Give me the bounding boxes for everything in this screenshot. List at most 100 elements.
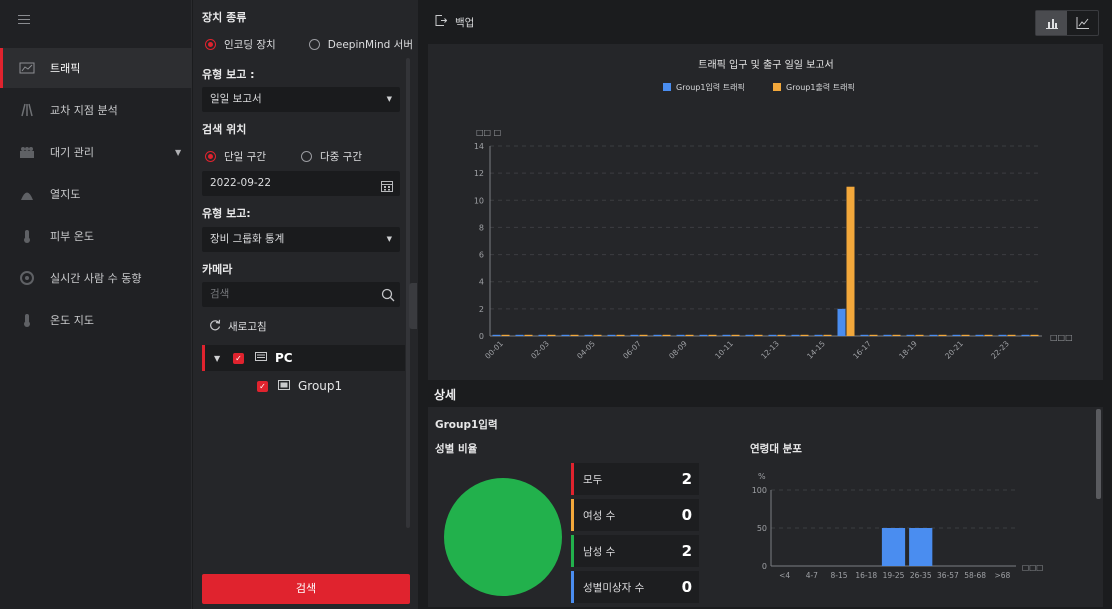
collapse-panel-handle[interactable] <box>409 283 417 329</box>
stat-label: 남성 수 <box>583 545 616 558</box>
bar-00-01-in <box>492 334 501 336</box>
camera-search-input[interactable]: 검색 <box>202 282 400 307</box>
stat-male: 남성 수 2 <box>571 535 699 567</box>
tree-node-label: PC <box>275 351 293 365</box>
bar-13-14-in <box>791 334 800 336</box>
search-button[interactable]: 검색 <box>202 574 410 604</box>
line-chart-view-icon[interactable] <box>1067 11 1098 35</box>
bar-04-05-out <box>593 334 602 336</box>
queue-icon <box>19 145 35 159</box>
refresh-label: 새로고침 <box>228 321 267 333</box>
stat-label: 성별미상자 수 <box>583 581 645 594</box>
x-tick-label: 8-15 <box>831 571 848 580</box>
tree-node-pc[interactable]: ▼ ✓ PC <box>202 345 405 371</box>
camera-label: 카메라 <box>202 263 233 276</box>
bar-22-23-in <box>998 334 1007 336</box>
radio-label: 다중 구간 <box>320 151 362 163</box>
nav-item-heatmap[interactable]: 열지도 <box>0 174 192 214</box>
x-tick-label: 10-11 <box>713 339 735 361</box>
y-tick-label: 6 <box>479 251 484 260</box>
filter-panel: 장치 종류 인코딩 장치 DeepinMind 서버 유형 보고 : 일일 보고… <box>193 0 418 609</box>
x-tick-label: 36-57 <box>937 571 959 580</box>
radio-label: DeepinMind 서버 <box>327 39 413 51</box>
search-location-label: 검색 위치 <box>202 123 247 136</box>
radio-multi-section[interactable]: 다중 구간 <box>301 149 362 164</box>
nav-item-realtime-people-trend[interactable]: 실시간 사람 수 동향 <box>0 258 192 298</box>
backup-label: 백업 <box>455 16 475 29</box>
age-bar-19-25 <box>881 528 906 566</box>
x-tick-label: 08-09 <box>667 339 689 361</box>
menu-toggle-icon[interactable] <box>18 15 30 25</box>
nav-item-queue-management[interactable]: 대기 관리 ▼ <box>0 132 192 172</box>
chevron-down-icon: ▼ <box>386 235 392 243</box>
radio-label: 단일 구간 <box>224 151 266 163</box>
radio-single-section[interactable]: 단일 구간 <box>205 149 266 164</box>
group-input-title: Group1입력 <box>435 419 498 431</box>
bar-08-09-out <box>685 334 694 336</box>
device-type-label: 장치 종류 <box>202 11 247 24</box>
search-icon[interactable] <box>381 287 395 312</box>
x-tick-label: 14-15 <box>805 339 827 361</box>
tree-node-label: Group1 <box>298 379 343 393</box>
stat-label: 모두 <box>583 473 603 486</box>
x-axis-label: □□□ <box>1050 333 1073 342</box>
date-value: 2022-09-22 <box>210 177 272 189</box>
chevron-down-icon[interactable]: ▼ <box>175 148 181 157</box>
y-tick-label: 14 <box>474 142 484 151</box>
nav-item-temperature-map[interactable]: 온도 지도 <box>0 300 192 340</box>
group-stat-select[interactable]: 장비 그룹화 통계 ▼ <box>202 227 400 252</box>
bar-17-18-in <box>883 334 892 336</box>
bar-01-02-out <box>524 334 533 336</box>
tree-node-group1[interactable]: ✓ Group1 <box>202 373 405 399</box>
x-tick-label: 16-17 <box>851 339 873 361</box>
age-bar-chart: % 0 50 100 <4 4-7 8-15 16-18 19-25 26-35 36-57 58-6… <box>752 472 1044 580</box>
caret-down-icon[interactable]: ▼ <box>214 354 228 363</box>
y-tick-label: 100 <box>752 486 767 495</box>
nav-item-label: 실시간 사람 수 동향 <box>50 272 142 285</box>
radio-encoding-device[interactable]: 인코딩 장치 <box>205 37 276 52</box>
bar-08-09-in <box>676 334 685 336</box>
bar-03-04-out <box>570 334 579 336</box>
stat-unknown-gender: 성별미상자 수 0 <box>571 571 699 603</box>
y-tick-label: 0 <box>479 332 484 341</box>
backup-button[interactable]: 백업 <box>434 14 474 30</box>
calendar-icon[interactable] <box>381 177 393 202</box>
date-field[interactable]: 2022-09-22 <box>202 171 400 196</box>
radio-unchecked-icon <box>309 39 320 50</box>
bar-20-21-in <box>952 334 961 336</box>
x-tick-label: 16-18 <box>855 571 877 580</box>
chart-view-toggle <box>1035 10 1099 36</box>
age-distribution-title: 연령대 분포 <box>750 443 802 455</box>
x-tick-label: 02-03 <box>529 339 551 361</box>
gender-pie-chart <box>444 478 562 596</box>
bar-02-03-in <box>538 334 547 336</box>
x-tick-label: 00-01 <box>483 339 505 361</box>
y-axis-label: □□ □ <box>476 128 501 137</box>
bar-19-20-in <box>929 334 938 336</box>
stat-value: 0 <box>681 578 692 596</box>
nav-item-intersection-analysis[interactable]: 교차 지점 분석 <box>0 90 192 130</box>
radio-label: 인코딩 장치 <box>224 39 276 51</box>
bar-22-23-out <box>1007 334 1016 336</box>
nav-item-traffic[interactable]: 트래픽 <box>0 48 192 88</box>
checkbox-group1[interactable]: ✓ <box>257 380 268 392</box>
y-tick-label: 8 <box>479 223 484 232</box>
bar-07-08-in <box>653 334 662 336</box>
x-tick-label: 26-35 <box>910 571 932 580</box>
radio-deepinmind-server[interactable]: DeepinMind 서버 <box>309 37 413 52</box>
report-type-select[interactable]: 일일 보고서 ▼ <box>202 87 400 112</box>
y-tick-label: 0 <box>762 562 767 571</box>
nav-item-skin-temperature[interactable]: 피부 온도 <box>0 216 192 256</box>
main-content: 백업 트래픽 입구 및 출구 일일 보고서 Group1입력 트래픽 Group1출… <box>418 0 1112 609</box>
refresh-button[interactable]: 새로고침 <box>209 319 267 334</box>
detail-scrollbar[interactable] <box>1096 409 1101 499</box>
bar-03-04-in <box>561 334 570 336</box>
x-tick-label: 19-25 <box>883 571 905 580</box>
checkbox-pc[interactable]: ✓ <box>233 352 244 364</box>
radio-checked-icon <box>205 151 216 162</box>
nav-item-label: 열지도 <box>50 188 81 201</box>
x-tick-label: >68 <box>994 571 1010 580</box>
bar-01-02-in <box>515 334 524 336</box>
legend-label: Group1출력 트래픽 <box>786 82 855 92</box>
bar-chart-view-icon[interactable] <box>1036 11 1067 35</box>
